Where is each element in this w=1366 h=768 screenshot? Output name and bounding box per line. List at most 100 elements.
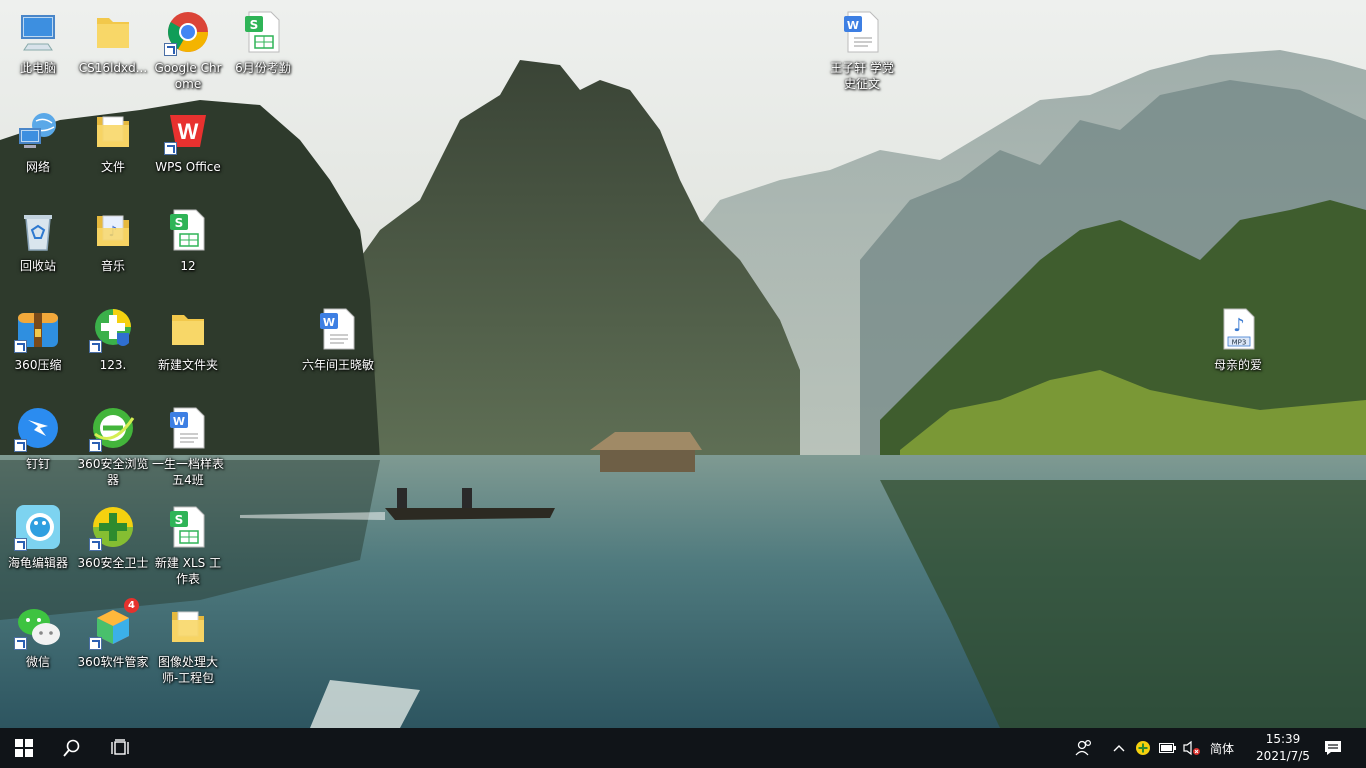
svg-text:W: W (173, 415, 185, 428)
archive-icon (14, 305, 62, 353)
shortcut-arrow-icon (89, 637, 102, 650)
chrome-icon (164, 8, 212, 56)
desktop-icon-new-folder[interactable]: 新建文件夹 (150, 297, 226, 373)
browser-360-icon (89, 404, 137, 452)
folder-doc-icon (164, 602, 212, 650)
desktop-icon-files[interactable]: 文件 (75, 99, 151, 175)
desktop-icon-cs16[interactable]: CS16ldxd... (75, 0, 151, 76)
svg-text:W: W (178, 119, 199, 144)
desktop-icon-label: 此电脑 (19, 61, 56, 75)
desktop-icon-label: 钉钉 (25, 457, 50, 471)
desktop-icon-june-attendance[interactable]: S 6月份考勤 (225, 0, 301, 76)
show-hidden-icons-button[interactable] (1108, 728, 1130, 768)
word-doc-icon: W (164, 404, 212, 452)
desktop-icon-label: 360安全浏览器 (77, 457, 149, 487)
shield-plus-icon (89, 305, 137, 353)
folder-icon (89, 8, 137, 56)
desktop-icon-softmgr360[interactable]: 4 360软件管家 (75, 594, 151, 670)
volume-button[interactable] (1180, 728, 1204, 768)
desktop-icon-label: 网络 (25, 160, 50, 174)
word-doc-icon: W (314, 305, 362, 353)
desktop-icon-label: 123. (99, 358, 127, 372)
search-button[interactable] (48, 728, 96, 768)
clock-time: 15:39 (1265, 732, 1301, 746)
ime-indicator[interactable]: 简体 (1206, 728, 1238, 768)
desktop-icon-this-pc[interactable]: 此电脑 (0, 0, 76, 76)
volume-muted-icon (1183, 740, 1200, 756)
desktop-icon-network[interactable]: 网络 (0, 99, 76, 175)
computer-icon (14, 8, 62, 56)
shortcut-arrow-icon (14, 538, 27, 551)
svg-text:S: S (175, 216, 184, 230)
network-icon (14, 107, 62, 155)
desktop-icon-label: 微信 (25, 655, 50, 669)
desktop-icon-label: 文件 (100, 160, 125, 174)
desktop-icon-guard360[interactable]: 360安全卫士 (75, 495, 151, 571)
desktop-icon-label: 360压缩 (14, 358, 62, 372)
shortcut-arrow-icon (89, 439, 102, 452)
desktop-icon-recycle-bin[interactable]: 回收站 (0, 198, 76, 274)
desktop-icon-label: 12 (180, 259, 196, 273)
desktop-icon-resume[interactable]: W 一生一档样表五4班 (150, 396, 226, 488)
shortcut-arrow-icon (14, 637, 27, 650)
desktop-icon-image-master[interactable]: 图像处理大师-工程包 (150, 594, 226, 686)
desktop-icon-label: 6月份考勤 (235, 61, 291, 75)
desktop-icon-label: 新建文件夹 (157, 358, 218, 372)
desktop-icon-new-xls[interactable]: S 新建 XLS 工作表 (150, 495, 226, 587)
action-center-button[interactable] (1318, 728, 1348, 768)
desktop-icon-file-12[interactable]: S 12 (150, 198, 226, 274)
taskbar: 简体 15:39 2021/7/5 (0, 728, 1366, 768)
people-icon (1075, 739, 1092, 756)
turtle-editor-icon (14, 503, 62, 551)
desktop-icon-label: 360安全卫士 (77, 556, 149, 570)
task-view-icon (111, 739, 129, 755)
desktop-icon-wps[interactable]: W WPS Office (150, 99, 226, 175)
desktop-icon-label: CS16ldxd... (78, 61, 148, 75)
guard-360-icon (89, 503, 137, 551)
guard-360-tray-icon (1136, 741, 1150, 755)
battery-button[interactable] (1156, 728, 1180, 768)
recycle-bin-icon (14, 206, 62, 254)
software-manager-icon: 4 (89, 598, 139, 650)
spreadsheet-icon: S (164, 206, 212, 254)
desktop-icon-browser360[interactable]: 360安全浏览器 (75, 396, 151, 488)
clock-date: 2021/7/5 (1256, 749, 1310, 763)
folder-doc-icon (89, 107, 137, 155)
dingtalk-icon (14, 404, 62, 452)
windows-logo-icon (15, 739, 33, 757)
shortcut-arrow-icon (89, 340, 102, 353)
svg-text:MP3: MP3 (1232, 339, 1247, 347)
svg-text:S: S (250, 18, 259, 32)
start-button[interactable] (0, 728, 48, 768)
desktop-icon-mother-love[interactable]: ♪ MP3 母亲的爱 (1200, 297, 1276, 373)
folder-music-icon: ♪ (89, 206, 137, 254)
desktop-icon-music[interactable]: ♪ 音乐 (75, 198, 151, 274)
svg-text:♪: ♪ (1233, 315, 1245, 336)
desktop-icon-label: 母亲的爱 (1213, 358, 1262, 372)
desktop-icon-label: 360软件管家 (77, 655, 149, 669)
desktop-icon-six-grade[interactable]: W 六年间王晓敏 (300, 297, 376, 373)
task-view-button[interactable] (96, 728, 144, 768)
clock[interactable]: 15:39 2021/7/5 (1250, 731, 1316, 765)
desktop-icon-label: 新建 XLS 工作表 (154, 556, 222, 586)
people-button[interactable] (1070, 728, 1098, 768)
desktop-icon-label: 六年间王晓敏 (302, 358, 375, 372)
folder-icon (164, 305, 212, 353)
desktop-icon-app123[interactable]: 123. (75, 297, 151, 373)
desktop-icon-haigui[interactable]: 海龟编辑器 (0, 495, 76, 571)
desktop-icon-label: 海龟编辑器 (7, 556, 68, 570)
mp3-file-icon: ♪ MP3 (1214, 305, 1262, 353)
word-doc-icon: W (838, 8, 886, 56)
desktop-icon-dingtalk[interactable]: 钉钉 (0, 396, 76, 472)
desktop-icon-chrome[interactable]: Google Chrome (150, 0, 226, 92)
wps-icon: W (164, 107, 212, 155)
desktop-icon-zip360[interactable]: 360压缩 (0, 297, 76, 373)
desktop-icon-wang-essay[interactable]: W 王子轩 学党史征文 (824, 0, 900, 92)
desktop-icon-wechat[interactable]: 微信 (0, 594, 76, 670)
svg-text:W: W (323, 316, 335, 329)
desktop-icon-label: Google Chrome (154, 61, 222, 91)
notification-badge: 4 (124, 598, 139, 613)
tray-360-button[interactable] (1132, 728, 1154, 768)
shortcut-arrow-icon (14, 439, 27, 452)
desktop-icon-label: 王子轩 学党史征文 (830, 61, 894, 91)
